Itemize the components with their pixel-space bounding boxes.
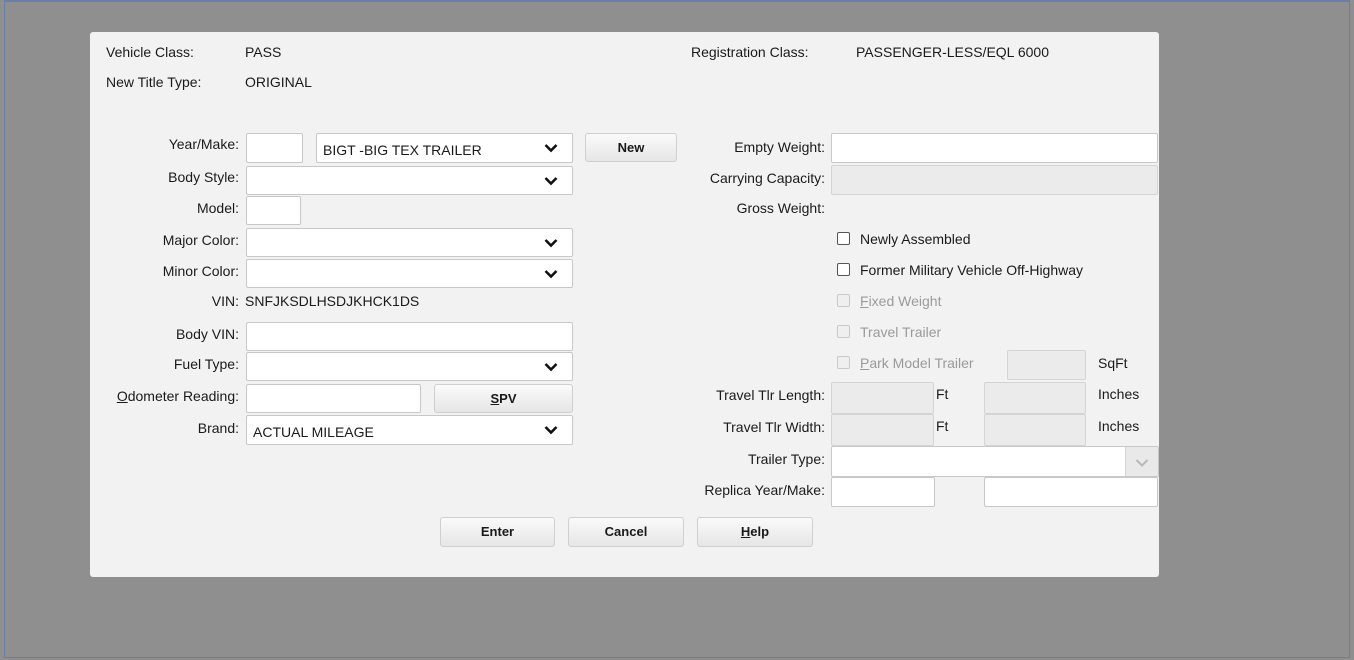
registration-class-value: PASSENGER-LESS/EQL 6000: [856, 44, 1049, 60]
make-select-value: BIGT -BIG TEX TRAILER: [323, 142, 482, 158]
fuel-type-label: Fuel Type:: [173, 356, 239, 372]
spv-button[interactable]: SPV: [434, 384, 573, 413]
empty-weight-input[interactable]: [831, 133, 1158, 163]
year-make-label: Year/Make:: [168, 136, 239, 152]
replica-year-input[interactable]: [831, 477, 935, 507]
odometer-reading-label: Odometer Reading:: [116, 388, 239, 404]
replica-make-input[interactable]: [984, 477, 1158, 507]
ft-unit: Ft: [936, 386, 949, 402]
travel-tlr-length-ft-input: [831, 382, 934, 414]
brand-label: Brand:: [197, 420, 239, 436]
park-model-trailer-label: Park Model Trailer: [860, 355, 974, 371]
model-input[interactable]: [246, 196, 301, 225]
model-label: Model:: [196, 200, 239, 216]
minor-color-label: Minor Color:: [162, 263, 239, 279]
odometer-reading-input[interactable]: [246, 384, 421, 413]
registration-class-label: Registration Class:: [691, 44, 809, 60]
chevron-down-icon: [544, 144, 558, 153]
travel-tlr-length-inches-input: [984, 382, 1086, 414]
inches-unit: Inches: [1098, 418, 1140, 434]
body-style-select[interactable]: [246, 166, 573, 195]
minor-color-select[interactable]: [246, 259, 573, 288]
trailer-type-select[interactable]: [831, 446, 1159, 477]
chevron-down-icon: [544, 239, 558, 248]
body-vin-input[interactable]: [246, 322, 573, 351]
major-color-select[interactable]: [246, 228, 573, 257]
park-model-trailer-checkbox: [837, 356, 850, 369]
make-select[interactable]: BIGT -BIG TEX TRAILER: [316, 133, 573, 163]
sqft-unit: SqFt: [1098, 355, 1128, 371]
help-button[interactable]: Help: [697, 517, 813, 547]
fuel-type-select[interactable]: [246, 352, 573, 381]
travel-tlr-width-inches-input: [984, 414, 1086, 446]
carrying-capacity-input: [831, 165, 1158, 195]
travel-trailer-checkbox: [837, 325, 850, 338]
body-vin-label: Body VIN:: [175, 326, 239, 342]
brand-select[interactable]: ACTUAL MILEAGE: [246, 415, 573, 445]
travel-tlr-width-ft-input: [831, 414, 934, 446]
trailer-type-label: Trailer Type:: [747, 451, 825, 467]
vehicle-class-value: PASS: [245, 44, 282, 60]
year-input[interactable]: [246, 133, 303, 163]
vehicle-class-label: Vehicle Class:: [106, 44, 194, 60]
chevron-down-icon: [544, 426, 558, 435]
vin-label: VIN:: [211, 293, 239, 309]
major-color-label: Major Color:: [162, 232, 239, 248]
empty-weight-label: Empty Weight:: [734, 139, 825, 155]
newly-assembled-checkbox[interactable]: [837, 232, 850, 245]
cancel-button[interactable]: Cancel: [568, 517, 684, 547]
new-title-type-label: New Title Type:: [106, 74, 202, 90]
chevron-down-icon: [544, 177, 558, 186]
gross-weight-label: Gross Weight:: [736, 200, 825, 216]
chevron-down-icon: [544, 270, 558, 279]
enter-button[interactable]: Enter: [440, 517, 555, 547]
newly-assembled-label: Newly Assembled: [860, 231, 971, 247]
ft-unit: Ft: [936, 418, 949, 434]
fixed-weight-checkbox: [837, 294, 850, 307]
title-application-panel: Vehicle Class: PASS New Title Type: ORIG…: [90, 32, 1159, 577]
vin-value: SNFJKSDLHSDJKHCK1DS: [245, 293, 420, 309]
new-title-type-value: ORIGINAL: [245, 74, 312, 90]
chevron-down-icon: [544, 363, 558, 372]
former-military-label: Former Military Vehicle Off-Highway: [860, 262, 1084, 278]
inches-unit: Inches: [1098, 386, 1140, 402]
brand-select-value: ACTUAL MILEAGE: [253, 424, 374, 440]
trailer-type-dropdown-button: [1125, 447, 1158, 476]
chevron-down-icon: [1135, 459, 1149, 467]
travel-tlr-width-label: Travel Tlr Width:: [723, 419, 825, 435]
travel-tlr-length-label: Travel Tlr Length:: [716, 387, 825, 403]
body-style-label: Body Style:: [168, 169, 239, 185]
former-military-checkbox[interactable]: [837, 263, 850, 276]
carrying-capacity-label: Carrying Capacity:: [709, 170, 825, 186]
fixed-weight-label: Fixed Weight: [860, 293, 942, 309]
travel-trailer-label: Travel Trailer: [860, 324, 942, 340]
replica-year-make-label: Replica Year/Make:: [704, 482, 825, 498]
park-model-sqft-input: [1007, 350, 1086, 380]
